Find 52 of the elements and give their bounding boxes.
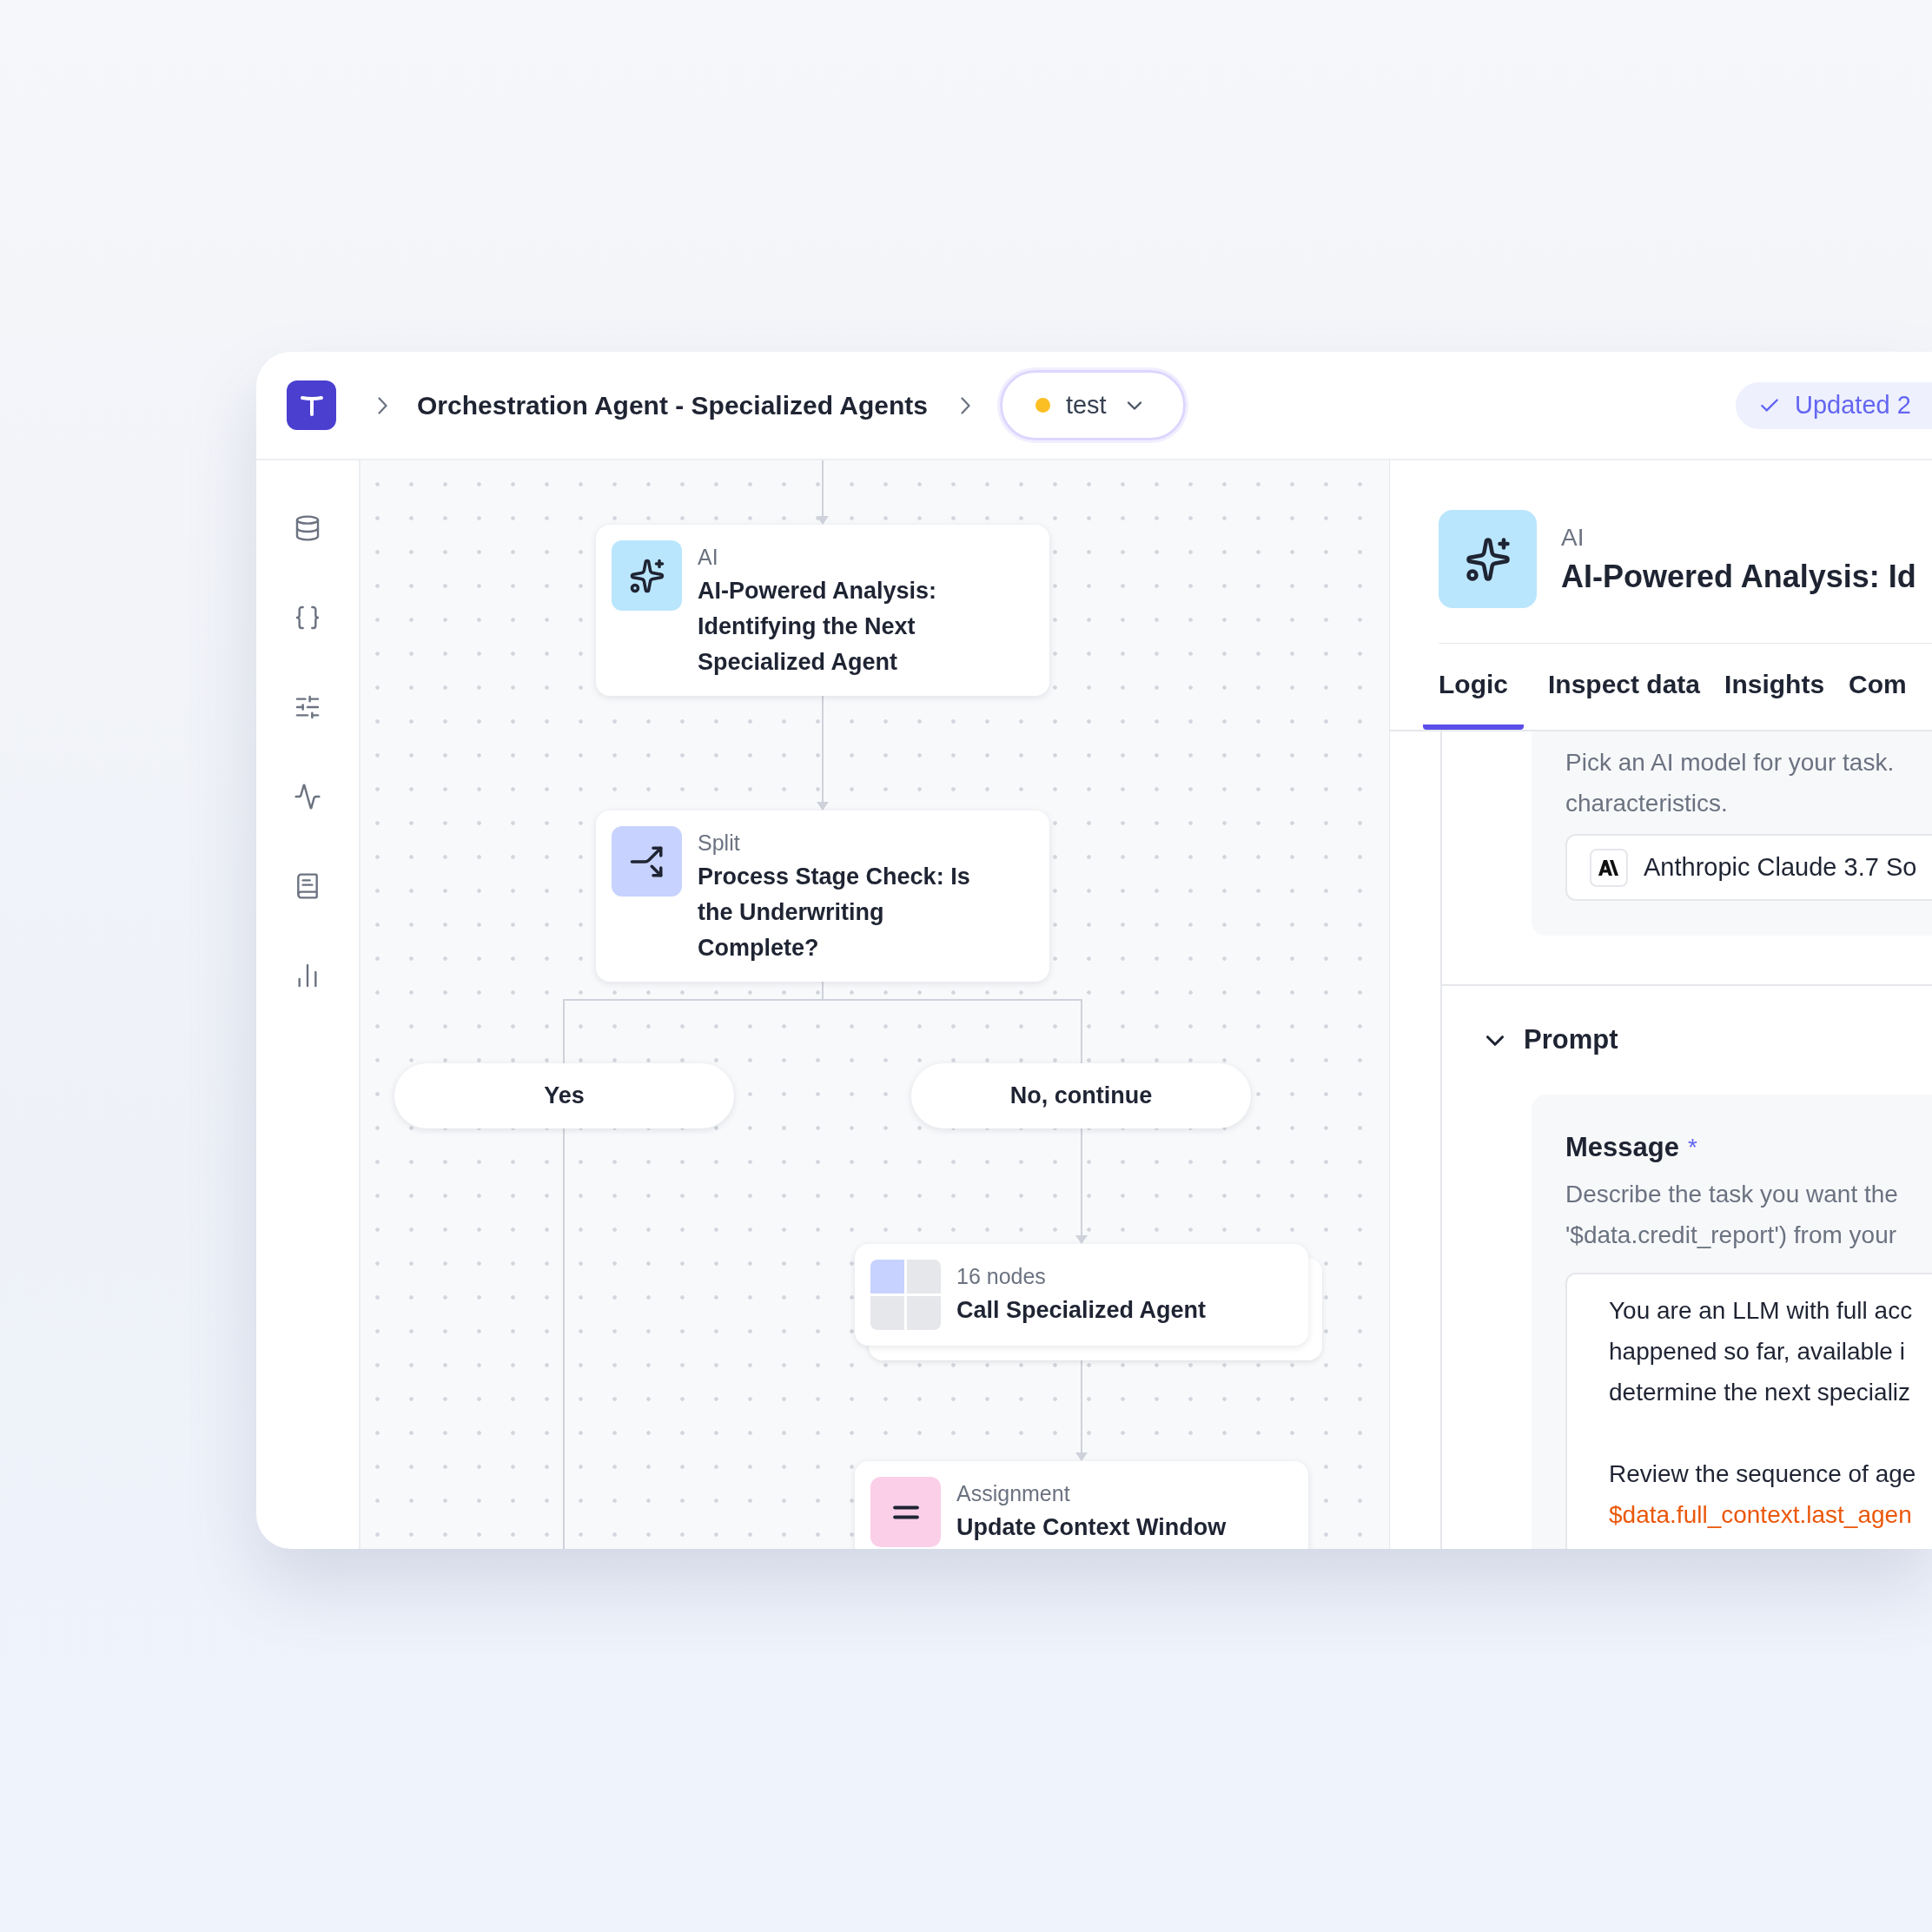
model-description: characteristics. bbox=[1565, 789, 1729, 818]
tab[interactable]: Logic bbox=[1423, 643, 1524, 730]
node-type-label: Split bbox=[698, 830, 741, 857]
model-logo-icon bbox=[1590, 848, 1628, 887]
panel-title: AI-Powered Analysis: Id bbox=[1561, 557, 1916, 596]
model-description: Pick an AI model for your task. bbox=[1565, 748, 1896, 777]
branch-label[interactable]: No, continue bbox=[911, 1063, 1251, 1128]
node-title: AI-Powered Analysis: Identifying the Next Specialized Agent bbox=[698, 577, 938, 677]
node-title: Call Specialized Agent bbox=[956, 1296, 1208, 1325]
node-type-label: AI bbox=[1561, 522, 1585, 552]
tab[interactable]: Com bbox=[1849, 643, 1907, 730]
node-type-label: 16 nodes bbox=[956, 1263, 1047, 1290]
sparkle-icon bbox=[612, 540, 682, 611]
chevron-right-icon bbox=[960, 396, 970, 414]
environment-dropdown[interactable]: test bbox=[999, 370, 1186, 440]
split-icon bbox=[612, 826, 682, 897]
node-type-label: Assignment bbox=[956, 1480, 1071, 1507]
workflow-node[interactable]: Split Process Stage Check: Is the Underwriting Complete? bbox=[596, 811, 1049, 982]
model-name: Anthropic Claude 3.7 So bbox=[1644, 851, 1917, 883]
prompt-text: Review the sequence of age bbox=[1609, 1459, 1917, 1489]
prompt-text: determine the next specializ bbox=[1609, 1377, 1912, 1407]
node-title: Update Context Window bbox=[956, 1513, 1227, 1542]
message-field[interactable]: You are an LLM with full acc happened so far, available i determine the next specializ Review the sequence of age $data.full_context.last_agen bbox=[1565, 1272, 1932, 1549]
variable-text: $data.full_context.last_agen bbox=[1609, 1499, 1913, 1530]
braces-icon[interactable] bbox=[294, 604, 321, 632]
field-description: Describe the task you want the bbox=[1565, 1179, 1899, 1209]
model-select[interactable]: Anthropic Claude 3.7 So bbox=[1565, 834, 1932, 901]
required-mark: * bbox=[1687, 1133, 1697, 1163]
workflow-node[interactable]: 16 nodes Call Specialized Agent bbox=[855, 1244, 1308, 1346]
tab[interactable]: Inspect data bbox=[1548, 643, 1701, 730]
save-status-badge: Updated 2 bbox=[1736, 381, 1932, 429]
database-icon[interactable] bbox=[294, 514, 321, 542]
sliders-icon[interactable] bbox=[294, 693, 321, 721]
grid-icon bbox=[870, 1260, 941, 1330]
prompt-text: You are an LLM with full acc bbox=[1609, 1295, 1914, 1326]
workflow-node[interactable]: Assignment Update Context Window bbox=[855, 1461, 1308, 1549]
chevron-right-icon bbox=[378, 396, 387, 414]
section-title: Prompt bbox=[1524, 1023, 1618, 1057]
tab[interactable]: Insights bbox=[1724, 643, 1825, 730]
equals-icon bbox=[870, 1477, 941, 1547]
breadcrumb-link[interactable]: Orchestration Agent - Specialized Agents bbox=[417, 386, 928, 425]
field-description: '$data.credit_report') from your bbox=[1565, 1220, 1898, 1250]
field-label: Message bbox=[1565, 1131, 1679, 1164]
sparkle-icon bbox=[1439, 510, 1537, 608]
node-type-label: AI bbox=[698, 544, 719, 571]
node-title: Process Stage Check: Is the Underwriting Complete? bbox=[698, 863, 971, 963]
prompt-section-header[interactable]: Prompt bbox=[1442, 986, 1932, 1095]
prompt-text: happened so far, available i bbox=[1609, 1336, 1906, 1366]
app-logo-icon[interactable] bbox=[287, 380, 336, 430]
workflow-node[interactable]: AI AI-Powered Analysis: Identifying the Next Specialized Agent bbox=[596, 525, 1049, 696]
pulse-icon[interactable] bbox=[294, 783, 321, 811]
branch-label[interactable]: Yes bbox=[394, 1063, 734, 1128]
